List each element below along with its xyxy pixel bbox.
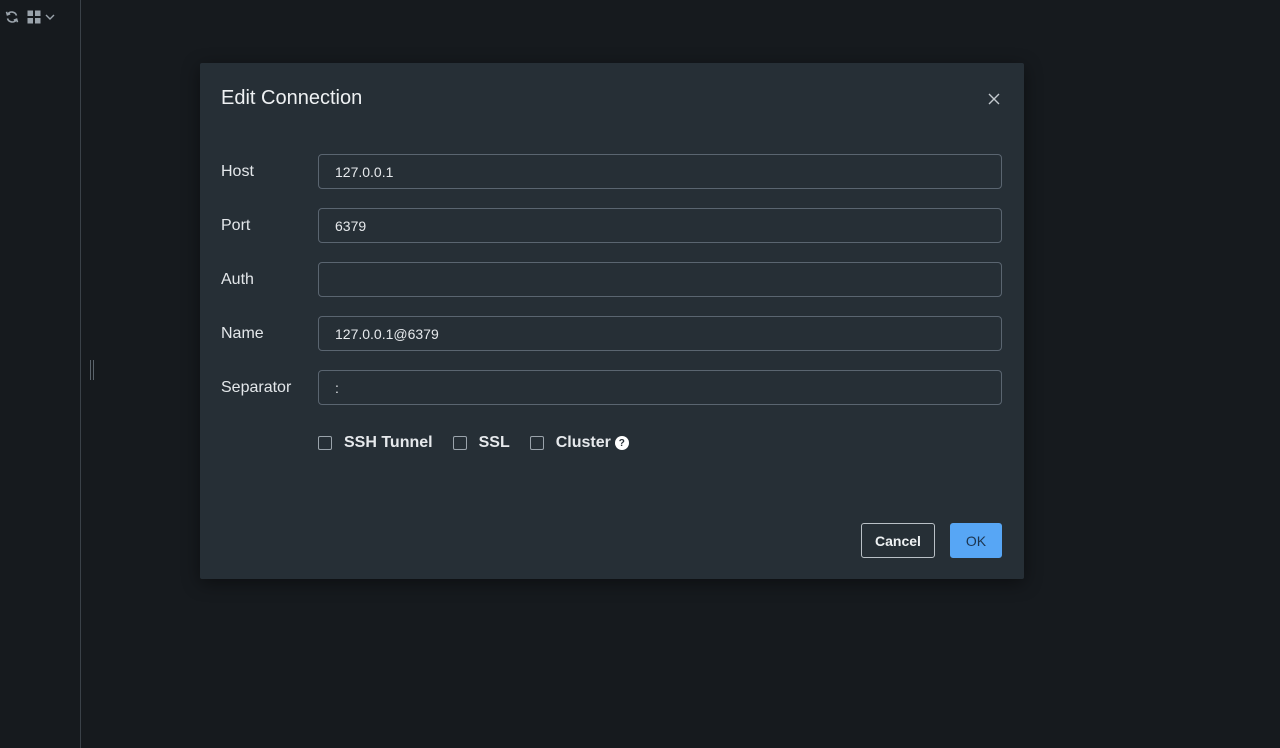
host-input[interactable] [318, 154, 1002, 189]
grid-icon[interactable] [26, 9, 42, 25]
app-window: Edit Connection Host Port Auth Name Sepa… [0, 0, 1280, 748]
resize-handle[interactable] [90, 360, 94, 380]
cluster-label: Cluster [555, 434, 611, 451]
sidebar [0, 0, 81, 748]
close-icon [988, 93, 1000, 105]
name-label: Name [221, 325, 264, 342]
separator-row: Separator [221, 370, 1003, 406]
port-label: Port [221, 217, 251, 234]
help-icon[interactable]: ? [614, 436, 629, 450]
ssh-tunnel-label: SSH Tunnel [344, 434, 433, 451]
cluster-option[interactable]: Cluster ? [529, 434, 629, 452]
auth-input[interactable] [318, 262, 1002, 297]
auth-label: Auth [221, 271, 254, 288]
port-input[interactable] [318, 208, 1002, 243]
ssl-option[interactable]: SSL [452, 434, 510, 452]
ssh-tunnel-option[interactable]: SSH Tunnel [318, 434, 433, 452]
separator-label: Separator [221, 379, 292, 396]
cancel-button[interactable]: Cancel [861, 523, 935, 558]
connection-options: SSH Tunnel SSL Cluster ? [318, 433, 649, 453]
host-label: Host [221, 163, 254, 180]
cluster-checkbox[interactable] [529, 436, 544, 450]
ok-button[interactable]: OK [950, 523, 1002, 558]
ssl-label: SSL [478, 434, 510, 451]
name-row: Name [221, 316, 1003, 352]
port-row: Port [221, 208, 1003, 244]
sidebar-toolbar [4, 8, 56, 26]
close-button[interactable] [984, 89, 1004, 109]
auth-row: Auth [221, 262, 1003, 298]
host-row: Host [221, 154, 1003, 190]
ssh-tunnel-checkbox[interactable] [318, 436, 332, 450]
separator-input[interactable] [318, 370, 1002, 405]
dialog-title: Edit Connection [221, 87, 363, 109]
name-input[interactable] [318, 316, 1002, 351]
edit-connection-dialog: Edit Connection Host Port Auth Name Sepa… [200, 63, 1024, 579]
chevron-down-icon[interactable] [44, 11, 56, 23]
refresh-icon[interactable] [4, 9, 20, 25]
ssl-checkbox[interactable] [452, 436, 467, 450]
